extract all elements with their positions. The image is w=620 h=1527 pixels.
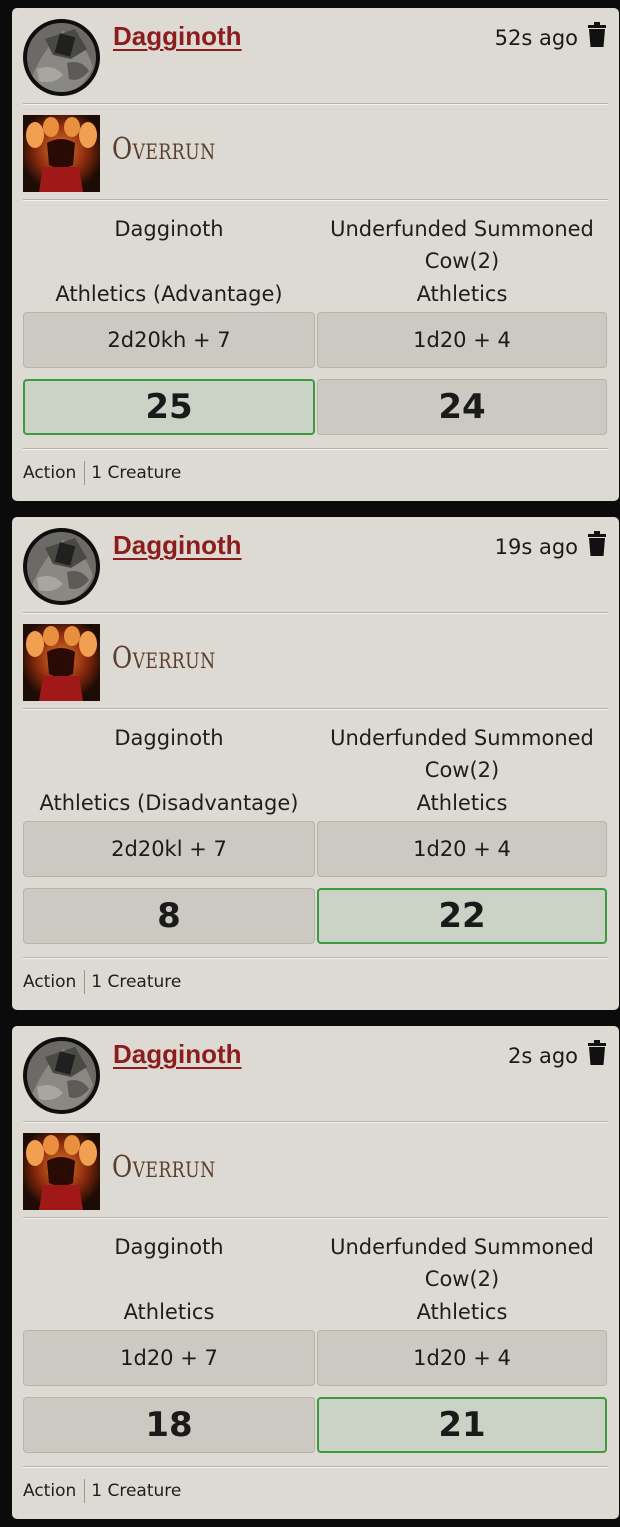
header-divider bbox=[23, 103, 608, 105]
overrun-ability-icon bbox=[23, 1133, 100, 1210]
left-skill-label: Athletics (Advantage) bbox=[55, 282, 283, 306]
left-actor-name: Dagginoth bbox=[114, 726, 224, 750]
left-roll-formula: 1d20 + 7 bbox=[23, 1330, 315, 1386]
item-name-title: Overrun bbox=[112, 132, 216, 167]
card-footer: Action 1 Creature bbox=[23, 461, 181, 485]
footer-divider bbox=[23, 957, 608, 959]
right-skill-label: Athletics bbox=[416, 791, 508, 815]
card-footer: Action 1 Creature bbox=[23, 970, 181, 994]
avatar-portrait[interactable] bbox=[23, 19, 100, 96]
title-divider bbox=[23, 199, 608, 201]
speaker-name-link[interactable]: Dagginoth bbox=[113, 21, 242, 52]
right-roll-formula: 1d20 + 4 bbox=[317, 312, 607, 368]
right-roll-total[interactable]: 24 bbox=[317, 379, 607, 435]
right-actor-name-line2: Cow(2) bbox=[424, 1267, 500, 1291]
overrun-ability-icon bbox=[23, 624, 100, 701]
footer-separator bbox=[84, 1479, 86, 1503]
message-timestamp: 2s ago bbox=[507, 1044, 578, 1068]
speaker-name-link[interactable]: Dagginoth bbox=[113, 530, 242, 561]
footer-separator bbox=[84, 970, 86, 994]
target-label: 1 Creature bbox=[91, 463, 182, 483]
overrun-ability-icon bbox=[23, 115, 100, 192]
item-image[interactable] bbox=[23, 624, 100, 701]
header-divider bbox=[23, 612, 608, 614]
left-roll-total[interactable]: 8 bbox=[23, 888, 315, 944]
footer-divider bbox=[23, 448, 608, 450]
item-image[interactable] bbox=[23, 1133, 100, 1210]
footer-divider bbox=[23, 1466, 608, 1468]
left-skill-label: Athletics (Disadvantage) bbox=[39, 791, 299, 815]
item-image[interactable] bbox=[23, 115, 100, 192]
chat-message-card: Dagginoth 19s ago Overrun Dagginoth Athl… bbox=[12, 517, 619, 1010]
right-actor-name-line1: Underfunded Summoned bbox=[330, 1235, 594, 1259]
left-roll-total[interactable]: 25 bbox=[23, 379, 315, 435]
title-divider bbox=[23, 1217, 608, 1219]
item-name-title: Overrun bbox=[112, 641, 216, 676]
activation-type-label: Action bbox=[23, 1481, 77, 1501]
footer-separator bbox=[84, 461, 86, 485]
card-footer: Action 1 Creature bbox=[23, 1479, 181, 1503]
right-roll-total[interactable]: 21 bbox=[317, 1397, 607, 1453]
message-timestamp: 52s ago bbox=[494, 26, 578, 50]
right-actor-name-line2: Cow(2) bbox=[424, 758, 500, 782]
trash-icon[interactable] bbox=[586, 1040, 608, 1066]
trash-icon[interactable] bbox=[586, 22, 608, 48]
right-actor-name-line1: Underfunded Summoned bbox=[330, 726, 594, 750]
chat-message-card: Dagginoth 2s ago Overrun Dagginoth Athle… bbox=[12, 1026, 619, 1519]
activation-type-label: Action bbox=[23, 463, 77, 483]
trash-icon[interactable] bbox=[586, 531, 608, 557]
item-name-title: Overrun bbox=[112, 1150, 216, 1185]
message-timestamp: 19s ago bbox=[494, 535, 578, 559]
title-divider bbox=[23, 708, 608, 710]
activation-type-label: Action bbox=[23, 972, 77, 992]
left-actor-name: Dagginoth bbox=[114, 217, 224, 241]
avatar-portrait[interactable] bbox=[23, 1037, 100, 1114]
left-actor-name: Dagginoth bbox=[114, 1235, 224, 1259]
header-divider bbox=[23, 1121, 608, 1123]
right-roll-total[interactable]: 22 bbox=[317, 888, 607, 944]
right-actor-name-line1: Underfunded Summoned bbox=[330, 217, 594, 241]
avatar-portrait-icon bbox=[24, 1038, 99, 1113]
left-roll-formula: 2d20kh + 7 bbox=[23, 312, 315, 368]
right-roll-formula: 1d20 + 4 bbox=[317, 821, 607, 877]
left-skill-label: Athletics bbox=[123, 1300, 215, 1324]
speaker-name-link[interactable]: Dagginoth bbox=[113, 1039, 242, 1070]
chat-message-card: Dagginoth 52s ago Overrun Dagginoth Athl… bbox=[12, 8, 619, 501]
right-roll-formula: 1d20 + 4 bbox=[317, 1330, 607, 1386]
left-roll-formula: 2d20kl + 7 bbox=[23, 821, 315, 877]
left-roll-total[interactable]: 18 bbox=[23, 1397, 315, 1453]
right-skill-label: Athletics bbox=[416, 1300, 508, 1324]
right-actor-name-line2: Cow(2) bbox=[424, 249, 500, 273]
right-skill-label: Athletics bbox=[416, 282, 508, 306]
target-label: 1 Creature bbox=[91, 1481, 182, 1501]
avatar-portrait[interactable] bbox=[23, 528, 100, 605]
avatar-portrait-icon bbox=[24, 20, 99, 95]
target-label: 1 Creature bbox=[91, 972, 182, 992]
avatar-portrait-icon bbox=[24, 529, 99, 604]
